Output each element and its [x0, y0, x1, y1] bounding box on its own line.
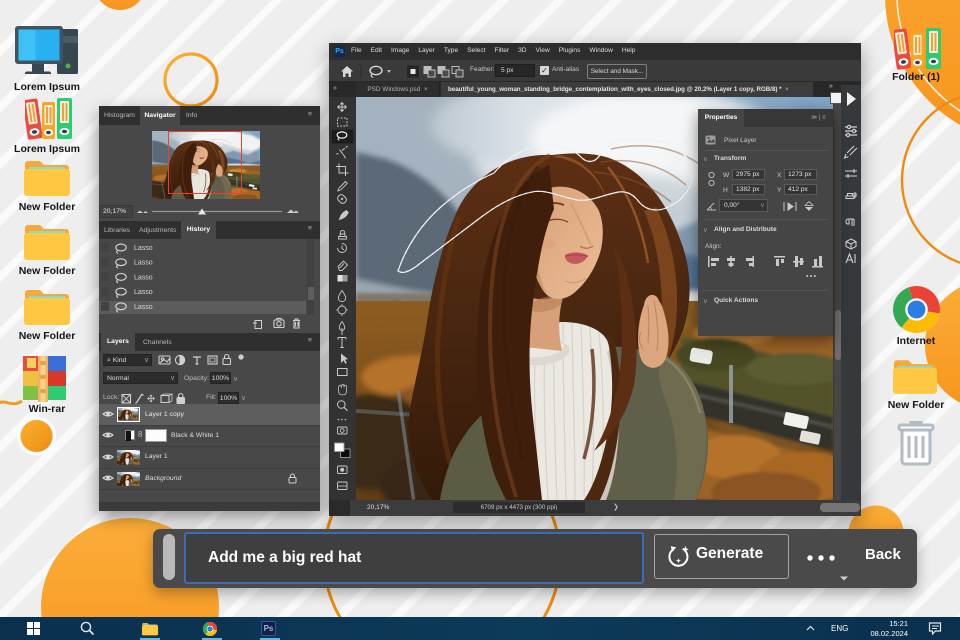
svg-text:Lasso: Lasso [134, 274, 153, 281]
svg-text:Lasso: Lasso [134, 289, 153, 296]
svg-text:Lasso: Lasso [134, 304, 153, 311]
svg-text:Lasso: Lasso [134, 260, 153, 267]
svg-text:Lasso: Lasso [134, 245, 153, 252]
